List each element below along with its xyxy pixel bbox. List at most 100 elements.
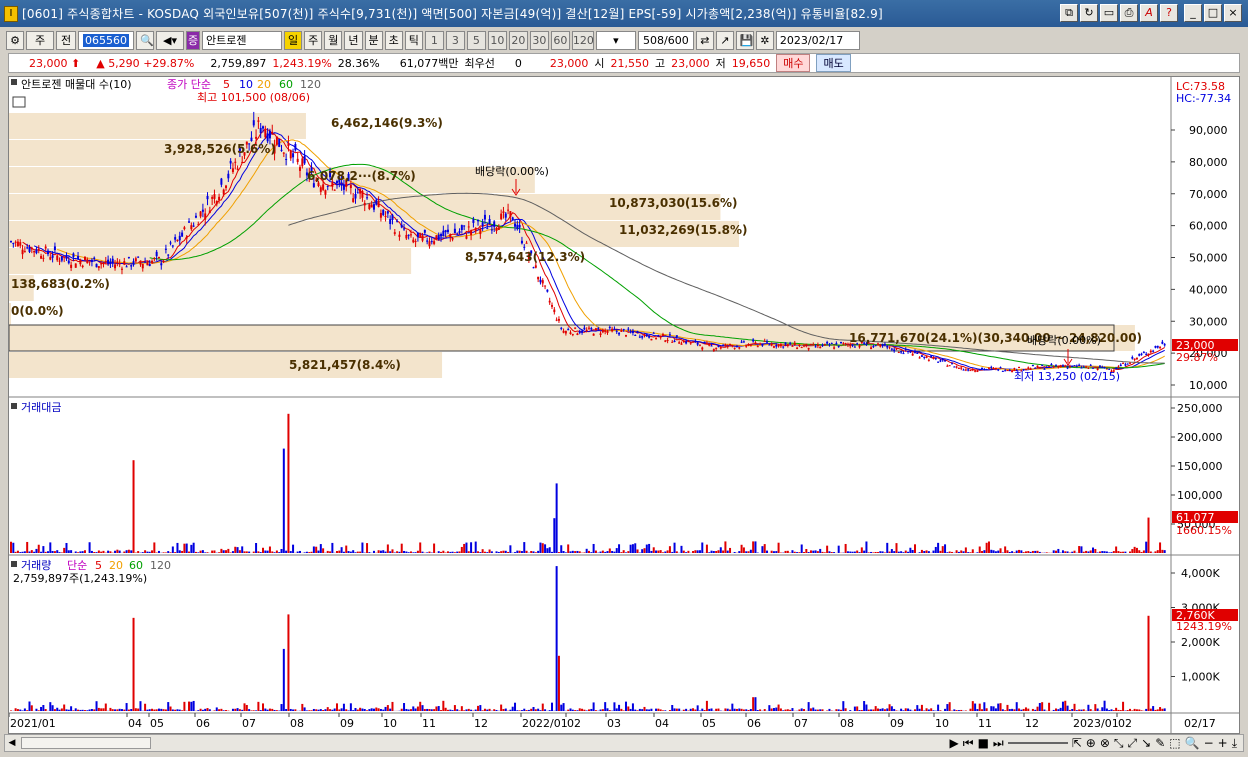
amount-bar bbox=[1154, 551, 1157, 553]
amount-bar bbox=[391, 549, 394, 553]
rewind-icon[interactable]: ⏮ bbox=[963, 736, 974, 751]
pin-icon[interactable]: ⬚ bbox=[1169, 736, 1180, 751]
interval-1[interactable]: 1 bbox=[424, 30, 444, 50]
count-input[interactable]: 508/600 bbox=[637, 30, 694, 50]
market-select[interactable]: 주 bbox=[26, 30, 54, 50]
chart-area[interactable]: 안트로젠 매물대 수(10) 종가 단순 5 10 20 60 120 최고 1… bbox=[8, 76, 1240, 734]
refresh-icon[interactable]: ↻ bbox=[1080, 4, 1098, 22]
amount-bar bbox=[1161, 549, 1164, 553]
speaker-icon[interactable]: ◀▾ bbox=[156, 30, 184, 50]
amount-bar bbox=[1064, 551, 1067, 553]
minimize-icon[interactable]: _ bbox=[1184, 4, 1202, 22]
period-month[interactable]: 월 bbox=[324, 30, 343, 50]
stock-name-field[interactable]: 안트로젠 bbox=[202, 30, 282, 50]
cross-tool-icon[interactable]: ⊕ bbox=[1086, 736, 1096, 751]
play-icon[interactable]: ▶ bbox=[950, 736, 959, 751]
price-candle bbox=[685, 341, 688, 344]
interval-20[interactable]: 20 bbox=[508, 30, 528, 50]
gear-icon[interactable]: ✲ bbox=[755, 30, 774, 50]
forward-icon[interactable]: ⏭ bbox=[993, 736, 1004, 751]
interval-60[interactable]: 60 bbox=[550, 30, 570, 50]
volume-bar bbox=[585, 710, 588, 711]
plus-icon[interactable]: + bbox=[1218, 736, 1228, 751]
settings-icon[interactable]: ⚙ bbox=[6, 30, 24, 50]
window-icon[interactable]: ▭ bbox=[1100, 4, 1118, 22]
measure-icon[interactable]: ⤢ bbox=[1128, 736, 1138, 751]
maximize-icon[interactable]: □ bbox=[1204, 4, 1222, 22]
period-week[interactable]: 주 bbox=[304, 30, 323, 50]
stop-icon[interactable]: ■ bbox=[978, 736, 989, 751]
prev-button[interactable]: 전 bbox=[56, 30, 76, 50]
buy-button[interactable]: 매수 bbox=[776, 54, 811, 72]
interval-3[interactable]: 3 bbox=[445, 30, 465, 50]
line-tool-icon[interactable]: ↗ bbox=[715, 30, 734, 50]
period-minute[interactable]: 분 bbox=[364, 30, 383, 50]
volume-bar bbox=[701, 708, 704, 711]
stock-chart-svg[interactable]: 안트로젠 매물대 수(10) 종가 단순 5 10 20 60 120 최고 1… bbox=[8, 77, 1239, 733]
draw-icon[interactable]: ✎ bbox=[1155, 736, 1165, 751]
price-candle bbox=[197, 224, 200, 226]
amount-bar bbox=[446, 551, 449, 553]
amount-bar bbox=[1108, 552, 1111, 553]
zoom-in-icon[interactable]: 🔍 bbox=[1185, 736, 1200, 751]
interval-custom-input[interactable]: ▾ bbox=[595, 30, 636, 50]
minus-icon[interactable]: − bbox=[1204, 736, 1214, 751]
print-icon[interactable]: ⎙ bbox=[1120, 4, 1138, 22]
volume-bar bbox=[738, 708, 741, 711]
volume-bar bbox=[21, 710, 24, 711]
search-icon[interactable]: 🔍 bbox=[136, 30, 154, 50]
volume-bar bbox=[918, 708, 921, 711]
arrow-tool-icon[interactable]: ↘ bbox=[1141, 736, 1151, 751]
sell-button[interactable]: 매도 bbox=[816, 54, 851, 72]
period-second[interactable]: 초 bbox=[384, 30, 403, 50]
restore-icon[interactable]: ⧉ bbox=[1060, 4, 1078, 22]
cursor-tool-icon[interactable]: ⇱ bbox=[1072, 736, 1082, 751]
interval-5[interactable]: 5 bbox=[466, 30, 486, 50]
font-icon[interactable]: A bbox=[1140, 4, 1158, 22]
interval-30[interactable]: 30 bbox=[529, 30, 549, 50]
tab-jung[interactable]: 증 bbox=[186, 30, 200, 50]
ruler-icon[interactable]: ⤡ bbox=[1114, 736, 1124, 751]
expand-icon[interactable]: ⤓ bbox=[1232, 736, 1237, 751]
scroll-thumb[interactable] bbox=[21, 737, 151, 749]
calendar-icon[interactable] bbox=[12, 96, 26, 108]
volume-bar bbox=[83, 710, 86, 711]
period-day[interactable]: 일 bbox=[284, 30, 303, 50]
chart-tool-icon[interactable]: ⇄ bbox=[695, 30, 714, 50]
help-icon[interactable]: ? bbox=[1160, 4, 1178, 22]
stock-code-input[interactable]: 065560 bbox=[78, 30, 134, 50]
volume-bar bbox=[30, 705, 33, 711]
interval-120[interactable]: 120 bbox=[571, 30, 594, 50]
amount-bar bbox=[372, 550, 375, 553]
amount-bar bbox=[745, 551, 748, 553]
volume-bar bbox=[835, 709, 838, 711]
close-icon[interactable]: × bbox=[1224, 4, 1242, 22]
volume-bar bbox=[964, 710, 967, 711]
volume-bar bbox=[523, 708, 526, 711]
volume-bar bbox=[183, 701, 186, 711]
period-tick[interactable]: 틱 bbox=[404, 30, 423, 50]
amount-bar bbox=[197, 552, 200, 553]
volume-bar bbox=[671, 705, 674, 711]
amount-bar bbox=[407, 552, 410, 553]
scroll-left-icon[interactable]: ◀ bbox=[5, 736, 19, 750]
volume-bar bbox=[310, 710, 313, 711]
price-candle bbox=[937, 361, 940, 363]
volume-bar bbox=[414, 708, 417, 711]
amount-bar bbox=[319, 544, 322, 553]
zoom-slider[interactable] bbox=[1007, 736, 1068, 744]
x-tick-label: 04 bbox=[655, 717, 669, 730]
turnover-value: 28.36% bbox=[337, 56, 380, 70]
chart-scrollbar[interactable]: ◀ ▶ ⏮ ■ ⏭ ⇱ ⊕ ⊗ ⤡ ⤢ ↘ ✎ ⬚ 🔍 − + ⤓ bbox=[4, 734, 1244, 752]
save-icon[interactable]: 💾 bbox=[735, 30, 754, 50]
price-candle bbox=[592, 333, 595, 336]
amount-bar bbox=[846, 551, 849, 553]
date-input[interactable]: 2023/02/17 ▦ bbox=[775, 30, 860, 64]
volume-bar bbox=[627, 706, 630, 711]
period-year[interactable]: 년 bbox=[344, 30, 363, 50]
amount-bar bbox=[909, 547, 912, 553]
volume-bar bbox=[428, 709, 431, 711]
interval-10[interactable]: 10 bbox=[487, 30, 507, 50]
magnet-icon[interactable]: ⊗ bbox=[1100, 736, 1110, 751]
price-candle bbox=[560, 327, 563, 329]
